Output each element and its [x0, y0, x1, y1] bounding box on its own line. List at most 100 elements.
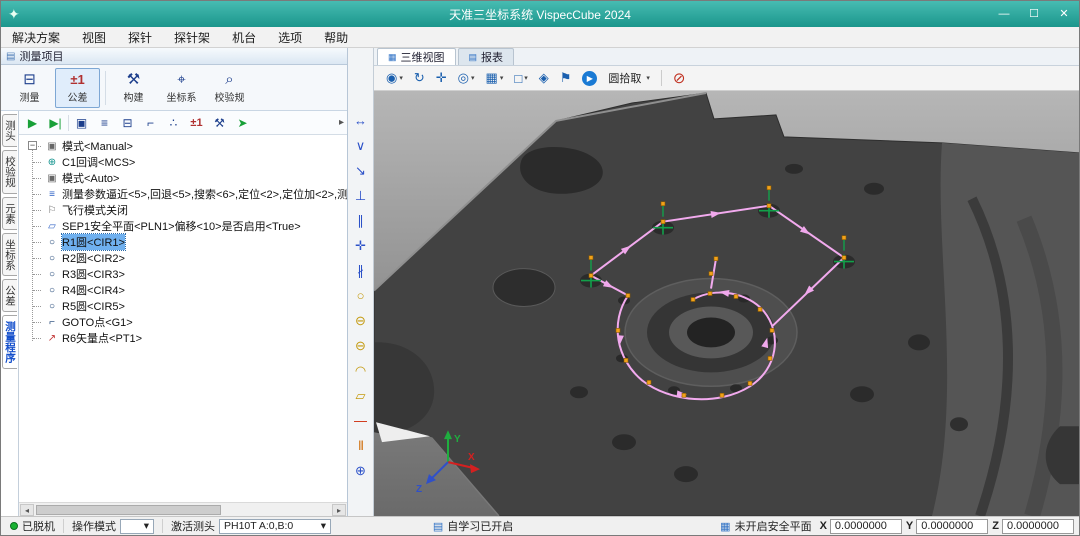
tree-item-r5-circle[interactable]: ○ R5圆<CIR5> — [25, 298, 347, 314]
panel-header: ▤ 测量项目 — [1, 48, 347, 65]
tree-item-r1-circle[interactable]: ○ R1圆<CIR1> — [25, 234, 347, 250]
menu-machine[interactable]: 机台 — [221, 29, 267, 46]
safety-plane-icon: ▱ — [45, 221, 59, 232]
status-separator — [162, 519, 163, 533]
slash-angle-icon[interactable]: ∦ — [352, 262, 370, 279]
axis-x-label: X — [468, 452, 475, 463]
minimize-button[interactable]: — — [989, 1, 1019, 27]
tree-item-label: R1圆<CIR1> — [62, 234, 125, 250]
statusbar: 已脱机 操作模式 ▾ 激活测头 PH10T A:0,B:0 ▾ ▤ 自学习已开启… — [1, 516, 1079, 535]
rotate-view-icon[interactable]: ↻ — [414, 70, 425, 86]
ribbon-coordinate-button[interactable]: ⌖ 坐标系 — [159, 68, 204, 108]
tree-item-label: R4圆<CIR4> — [62, 282, 125, 298]
self-learning-icon: ▤ — [433, 520, 443, 533]
menu-view[interactable]: 视图 — [71, 29, 117, 46]
diagonal-measure-icon[interactable]: ↘ — [352, 162, 370, 179]
operation-mode-label: 操作模式 — [72, 518, 116, 534]
tab-tolerance[interactable]: 公差 — [2, 279, 17, 312]
render-mode-icon[interactable]: ◎ ▾ — [458, 70, 475, 86]
navigate-icon[interactable]: ➤ — [232, 113, 253, 133]
circle-feature-icon[interactable]: ○ — [352, 287, 370, 304]
sphere-feature-icon[interactable]: ⊕ — [352, 462, 370, 479]
pan-move-icon[interactable]: ✛ — [436, 70, 447, 86]
tree-item-flight-mode[interactable]: ⚐ 飞行模式关闭 — [25, 202, 347, 218]
ribbon-separator — [105, 71, 106, 105]
cylinder-feature-icon[interactable]: ||| — [352, 437, 370, 454]
circle-pick-dropdown[interactable]: 圆拾取 ▾ — [608, 70, 650, 86]
path-icon[interactable]: ⌐ — [140, 113, 161, 133]
tree-item-r3-circle[interactable]: ○ R3圆<CIR3> — [25, 266, 347, 282]
measure-tool-icon[interactable]: ⊟ — [117, 113, 138, 133]
maximize-button[interactable]: ☐ — [1019, 1, 1049, 27]
tab-3d-view[interactable]: ▦ 三维视图 — [377, 48, 456, 65]
tree-item-label: GOTO点<G1> — [62, 314, 133, 330]
scrollbar-thumb[interactable] — [36, 505, 221, 515]
close-button[interactable]: ✕ — [1049, 1, 1079, 27]
tab-probe[interactable]: 测头 — [2, 114, 17, 147]
tree-item-label: 测量参数逼近<5>,回退<5>,搜索<6>,定位<2>,定位加<2>,测量... — [62, 186, 347, 202]
construct-tool-icon[interactable]: ⚒ — [209, 113, 230, 133]
tree-item-mode-manual[interactable]: − ▣ 模式<Manual> — [25, 138, 347, 154]
tree-expander[interactable]: − — [28, 141, 37, 150]
view-cube-icon[interactable]: ▦ ▾ — [486, 70, 504, 86]
tolerance-icon: ±1 — [70, 72, 84, 88]
tab-elements[interactable]: 元素 — [2, 197, 17, 230]
mode-icon: ▣ — [45, 141, 59, 152]
slot-feature-icon[interactable]: ⊖ — [352, 312, 370, 329]
step-run-icon[interactable]: ▶| — [45, 113, 66, 133]
ribbon-gauge-button[interactable]: ⌕ 校验规 — [207, 68, 252, 108]
flag-icon[interactable]: ⚑ — [560, 70, 572, 86]
annotation-tag-icon[interactable]: ◈ — [539, 70, 549, 86]
perpendicularity-icon[interactable]: ⊥ — [352, 187, 370, 204]
toolbar-scroll-right-icon[interactable]: ▸ — [339, 117, 344, 128]
3d-viewport[interactable]: Y X Z — [374, 91, 1079, 516]
tab-measure-program[interactable]: 测量程序 — [2, 315, 17, 369]
menu-options[interactable]: 选项 — [267, 29, 313, 46]
circle-feature-icon: ○ — [45, 285, 59, 296]
operation-mode-select[interactable]: ▾ — [120, 519, 154, 534]
more-options-icon[interactable]: ∴ — [163, 113, 184, 133]
line-feature-icon[interactable]: — — [352, 412, 370, 429]
tree-item-r6-vector-point[interactable]: ↗ R6矢量点<PT1> — [25, 330, 347, 346]
tree-item-goto-point[interactable]: ⌐ GOTO点<G1> — [25, 314, 347, 330]
run-view-play-icon[interactable]: ▶ — [582, 71, 597, 86]
arc-feature-icon[interactable]: ◠ — [352, 362, 370, 379]
plane-feature-icon[interactable]: ▱ — [352, 387, 370, 404]
box-select-icon[interactable]: □ ▾ — [514, 71, 527, 86]
tree-item-c1-recall[interactable]: ⊕ C1回调<MCS> — [25, 154, 347, 170]
snapshot-icon[interactable]: ▣ — [71, 113, 92, 133]
position-icon[interactable]: ✛ — [352, 237, 370, 254]
filter-icon[interactable]: ≡ — [94, 113, 115, 133]
parallelism-icon[interactable]: ∥ — [352, 212, 370, 229]
tolerance-tool-icon[interactable]: ±1 — [186, 113, 207, 133]
angle-icon[interactable]: ∨ — [352, 137, 370, 154]
active-probe-select[interactable]: PH10T A:0,B:0 ▾ — [219, 519, 331, 534]
tree-item-r4-circle[interactable]: ○ R4圆<CIR4> — [25, 282, 347, 298]
ribbon-construct-button[interactable]: ⚒ 构建 — [111, 68, 156, 108]
ribbon-measure-button[interactable]: ⊟ 测量 — [7, 68, 52, 108]
menu-probe[interactable]: 探针 — [117, 29, 163, 46]
tree-item-measure-params[interactable]: ≡ 测量参数逼近<5>,回退<5>,搜索<6>,定位<2>,定位加<2>,测量.… — [25, 186, 347, 202]
tab-report[interactable]: ▤ 报表 — [458, 48, 515, 65]
distance-x-icon[interactable]: ↔ — [352, 112, 370, 129]
tree-item-safety-plane[interactable]: ▱ SEP1安全平面<PLN1>偏移<10>是否启用<True> — [25, 218, 347, 234]
menu-solution[interactable]: 解决方案 — [1, 29, 71, 46]
tree-horizontal-scrollbar[interactable]: ◂ ▸ — [19, 502, 347, 516]
dropdown-caret-icon: ▾ — [524, 74, 528, 82]
ribbon-tolerance-button[interactable]: ±1 公差 — [55, 68, 100, 108]
safety-plane-icon: ▦ — [720, 520, 730, 533]
scroll-right-arrow-icon[interactable]: ▸ — [332, 504, 346, 516]
clearance-warning-icon[interactable]: ⊘ — [673, 69, 686, 87]
menu-help[interactable]: 帮助 — [313, 29, 359, 46]
ellipse-feature-icon[interactable]: ⊖ — [352, 337, 370, 354]
dropdown-caret-icon: ▾ — [144, 520, 149, 532]
menu-probe-rack[interactable]: 探针架 — [163, 29, 221, 46]
visibility-eye-icon[interactable]: ◉ ▾ — [386, 70, 403, 86]
tab-gauge[interactable]: 校验规 — [2, 150, 17, 194]
tree-item-mode-auto[interactable]: ▣ 模式<Auto> — [25, 170, 347, 186]
titlebar: ✦ 天准三坐标系统 VispecCube 2024 — ☐ ✕ — [1, 1, 1079, 27]
run-program-icon[interactable]: ▶ — [22, 113, 43, 133]
tree-item-r2-circle[interactable]: ○ R2圆<CIR2> — [25, 250, 347, 266]
tab-coordinate[interactable]: 坐标系 — [2, 233, 17, 277]
scroll-left-arrow-icon[interactable]: ◂ — [20, 504, 34, 516]
